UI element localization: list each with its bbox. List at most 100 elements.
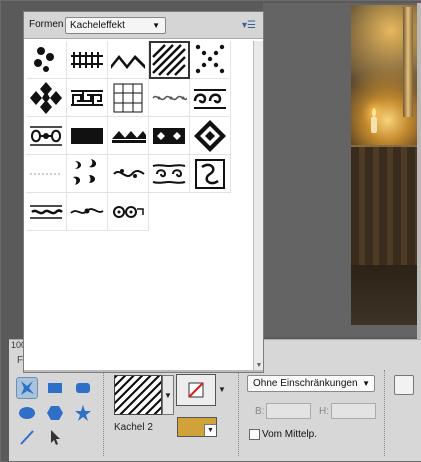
tile-triangle-border-icon: [112, 130, 146, 143]
ellipse-tool-button[interactable]: [16, 402, 38, 424]
from-center-checkbox[interactable]: [249, 429, 260, 440]
tile-diamond-frame[interactable]: [190, 117, 231, 155]
image-candle: [371, 117, 377, 133]
tile-flourish[interactable]: [108, 155, 149, 193]
line-tool-button[interactable]: [16, 426, 38, 448]
tile-zigzag[interactable]: [108, 41, 149, 79]
height-label: H:: [319, 406, 329, 417]
tile-spiral-chain-icon: [113, 205, 144, 218]
constraint-value: Ohne Einschränkungen: [253, 378, 358, 389]
panel-scrollbar[interactable]: ▼: [253, 41, 263, 372]
tile-diamond-frame-icon: [194, 119, 226, 152]
tile-blobs[interactable]: [26, 41, 67, 79]
chevron-down-icon: ▼: [164, 390, 172, 400]
tile-flourish-icon: [113, 168, 145, 178]
rounded-rectangle-icon: [76, 383, 90, 393]
tile-fence[interactable]: [67, 41, 108, 79]
shape-grid: [26, 41, 232, 231]
tile-greek-key-icon: [71, 89, 103, 106]
height-field[interactable]: [331, 403, 376, 419]
shape-selection-tool-button[interactable]: [44, 426, 66, 448]
tile-diamond-band-icon: [153, 127, 185, 144]
star-icon: [75, 405, 91, 421]
shape-category-select[interactable]: Kacheleffekt ▼: [65, 17, 166, 34]
shapes-panel-header: Formen Kacheleffekt ▼ ▾☰: [24, 12, 263, 39]
tile-blobs-icon: [34, 46, 54, 72]
tile-grid-icon: [113, 83, 143, 112]
width-label: B:: [255, 406, 265, 417]
tile-leaves[interactable]: [67, 155, 108, 193]
tile-ornament-flourish[interactable]: [67, 193, 108, 231]
tile-diagonal-stripes-icon: [152, 43, 186, 76]
ellipse-icon: [19, 407, 35, 419]
tile-ornate-square-icon: [195, 158, 225, 189]
tile-ornament-small[interactable]: [149, 79, 190, 117]
chevron-down-icon: ▼: [152, 21, 160, 30]
style-dropdown-arrow[interactable]: ▼: [218, 385, 226, 394]
separator: [238, 370, 239, 456]
polygon-icon: [47, 406, 63, 420]
line-icon: [20, 430, 34, 445]
tile-dotted-line[interactable]: [26, 155, 67, 193]
tile-scroll-wave[interactable]: [190, 79, 231, 117]
constraint-select[interactable]: Ohne Einschränkungen ▼: [247, 375, 375, 392]
chevron-down-icon: ▼: [362, 379, 370, 388]
tile-dotted-line-icon: [30, 173, 62, 174]
image-chest: [351, 145, 417, 265]
image-candle-flame: [372, 108, 376, 117]
tile-grid[interactable]: [108, 79, 149, 117]
tile-x-dots[interactable]: [190, 41, 231, 79]
color-swatch[interactable]: ▼: [177, 417, 217, 437]
tile-diagonal-stripes[interactable]: [149, 41, 190, 79]
rounded-rectangle-tool-button[interactable]: [72, 377, 94, 399]
window-frame: 100 Fo ▼ Kachel 2: [0, 0, 421, 462]
image-pillar: [403, 7, 413, 117]
tile-baroque[interactable]: [26, 117, 67, 155]
width-field[interactable]: [266, 403, 311, 419]
style-picker[interactable]: [176, 374, 216, 406]
custom-shape-icon: [21, 381, 34, 395]
custom-shape-tool-button[interactable]: [16, 377, 38, 399]
no-style-icon: [188, 382, 204, 398]
shape-preset-name: Kachel 2: [114, 422, 153, 433]
separator: [384, 370, 385, 456]
tile-diamond-checker[interactable]: [26, 79, 67, 117]
shape-preset-well[interactable]: [114, 375, 162, 415]
tile-greek-key[interactable]: [67, 79, 108, 117]
tile-fence-icon: [71, 51, 103, 68]
tile-ornament-band-icon: [30, 204, 63, 219]
chevron-down-icon[interactable]: ▼: [204, 424, 216, 436]
canvas-area[interactable]: [263, 3, 417, 337]
tile-black-bar-icon: [71, 127, 103, 144]
tile-ornament-flourish-icon: [70, 207, 104, 214]
tile-triangle-border[interactable]: [108, 117, 149, 155]
tile-ornament-small-icon: [152, 95, 187, 100]
tile-spiral-chain[interactable]: [108, 193, 149, 231]
tile-diamond-checker-icon: [30, 81, 62, 114]
panel-menu-icon[interactable]: ▾☰: [242, 20, 256, 31]
tile-wave-scroll[interactable]: [149, 155, 190, 193]
tile-zigzag-icon: [111, 54, 145, 69]
separator: [103, 370, 104, 456]
panel-title: Formen: [29, 19, 64, 30]
tile-scroll-wave-icon: [193, 88, 226, 109]
star-tool-button[interactable]: [72, 402, 94, 424]
shapes-panel: Formen Kacheleffekt ▼ ▾☰ ▼: [23, 11, 264, 373]
tile-ornate-square[interactable]: [190, 155, 231, 193]
tile-wave-scroll-icon: [152, 163, 186, 184]
from-center-label: Vom Mittelp.: [262, 429, 318, 440]
rectangle-tool-button[interactable]: [44, 377, 66, 399]
shape-option-button[interactable]: [394, 375, 414, 395]
panel-bottom-edge: [24, 370, 263, 372]
shape-preset-dropdown[interactable]: ▼: [162, 375, 174, 415]
tile-diamond-band[interactable]: [149, 117, 190, 155]
canvas-scrollbar[interactable]: [417, 3, 421, 343]
tile-ornament-band[interactable]: [26, 193, 67, 231]
tile-x-dots-icon: [195, 44, 225, 73]
tile-black-bar[interactable]: [67, 117, 108, 155]
tile-baroque-icon: [30, 125, 62, 146]
rectangle-icon: [48, 383, 62, 393]
shape-category-value: Kacheleffekt: [70, 20, 125, 31]
tile-leaves-icon: [73, 158, 97, 185]
polygon-tool-button[interactable]: [44, 402, 66, 424]
